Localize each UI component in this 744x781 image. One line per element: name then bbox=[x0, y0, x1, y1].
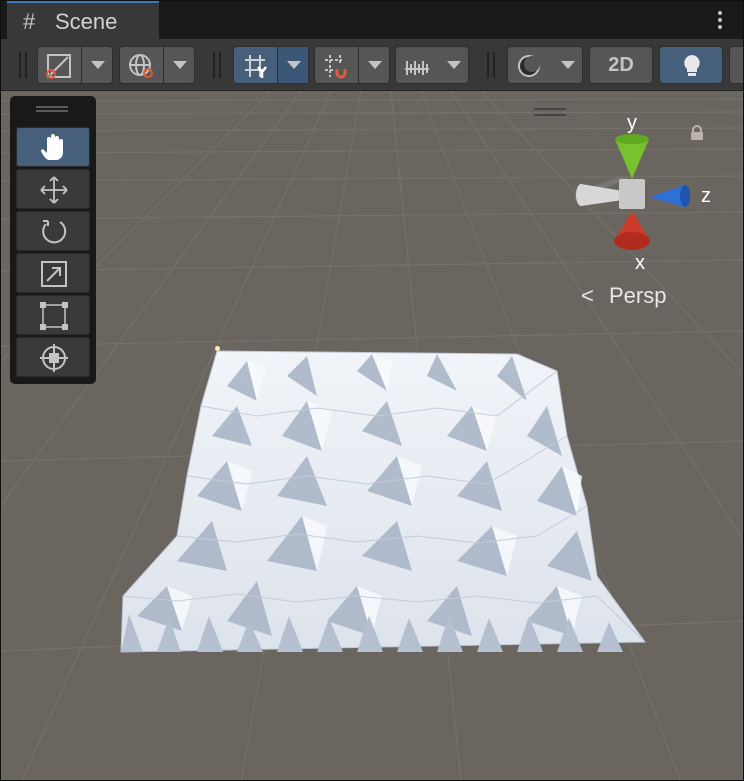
terrain-mesh[interactable] bbox=[117, 346, 657, 656]
tool-transform[interactable] bbox=[16, 337, 90, 377]
shading-mode-button[interactable] bbox=[507, 46, 583, 84]
ruler-icon bbox=[405, 61, 429, 75]
draw-mode-icon bbox=[46, 54, 71, 79]
chevron-down-icon bbox=[287, 61, 301, 69]
scene-viewport[interactable]: y x z < Persp bbox=[1, 91, 743, 780]
chevron-down-icon bbox=[447, 61, 461, 69]
orientation-gizmo[interactable]: y x z bbox=[561, 109, 721, 279]
gizmo-center-cube[interactable] bbox=[619, 179, 645, 209]
tab-bar: # Scene bbox=[1, 1, 743, 39]
gizmo-z-label: z bbox=[701, 185, 711, 207]
tool-hand[interactable] bbox=[16, 127, 90, 167]
tool-scale[interactable] bbox=[16, 253, 90, 293]
tool-move[interactable] bbox=[16, 169, 90, 209]
chevron-down-icon bbox=[91, 61, 105, 69]
more-vertical-icon[interactable] bbox=[717, 11, 723, 31]
snap-dropdown[interactable] bbox=[358, 47, 389, 83]
gizmo-y-label: y bbox=[627, 112, 637, 134]
tools-overlay-handle[interactable] bbox=[36, 106, 68, 112]
increment-snap-button[interactable] bbox=[395, 46, 469, 84]
draw-mode-dropdown[interactable] bbox=[81, 47, 112, 83]
grid-dropdown[interactable] bbox=[277, 47, 308, 83]
increment-snap-dropdown[interactable] bbox=[438, 47, 468, 83]
chevron-down-icon bbox=[368, 61, 382, 69]
transform-icon bbox=[40, 344, 68, 372]
scene-window: # Scene 2D y x z < Persp bbox=[0, 0, 744, 781]
lighting-toggle-button[interactable] bbox=[659, 46, 723, 84]
shading-sphere-icon bbox=[518, 55, 540, 77]
tools-overlay bbox=[10, 96, 96, 384]
perspective-icon: < bbox=[581, 283, 594, 308]
gizmo-y-cone[interactable] bbox=[615, 139, 649, 179]
move-arrows-icon bbox=[40, 176, 68, 204]
gizmo-z-cone[interactable] bbox=[649, 185, 685, 207]
snap-toggle-button[interactable] bbox=[314, 46, 390, 84]
shading-dropdown[interactable] bbox=[552, 47, 582, 83]
chevron-down-icon bbox=[561, 61, 575, 69]
tool-rect[interactable] bbox=[16, 295, 90, 335]
tab-label: Scene bbox=[55, 9, 118, 34]
rect-transform-icon bbox=[40, 302, 68, 330]
tool-rotate[interactable] bbox=[16, 211, 90, 251]
hand-icon bbox=[41, 134, 63, 160]
gizmo-x-label: x bbox=[635, 252, 645, 274]
scene-toolbar: 2D bbox=[1, 39, 743, 91]
grid-snap-magnet-icon bbox=[325, 55, 347, 79]
grid-y-icon bbox=[245, 55, 267, 78]
scene-view-dropdown[interactable] bbox=[163, 47, 194, 83]
grid-hash-icon: # bbox=[23, 9, 36, 34]
toolbar-overflow-button[interactable] bbox=[729, 46, 743, 84]
view-2d-button[interactable]: 2D bbox=[589, 46, 653, 84]
grid-toggle-button[interactable] bbox=[233, 46, 309, 84]
toolbar-grip[interactable] bbox=[487, 52, 495, 78]
tab-scene[interactable]: # Scene bbox=[7, 1, 159, 39]
toolbar-grip[interactable] bbox=[213, 52, 221, 78]
projection-label: Persp bbox=[609, 283, 667, 308]
rotate-icon bbox=[42, 220, 67, 244]
toolbar-grip[interactable] bbox=[19, 52, 27, 78]
scale-icon bbox=[41, 261, 67, 287]
globe-overlay-icon bbox=[129, 54, 153, 78]
draw-mode-button[interactable] bbox=[37, 46, 113, 84]
lightbulb-icon bbox=[684, 55, 700, 76]
scene-view-options-button[interactable] bbox=[119, 46, 195, 84]
chevron-down-icon bbox=[173, 61, 187, 69]
